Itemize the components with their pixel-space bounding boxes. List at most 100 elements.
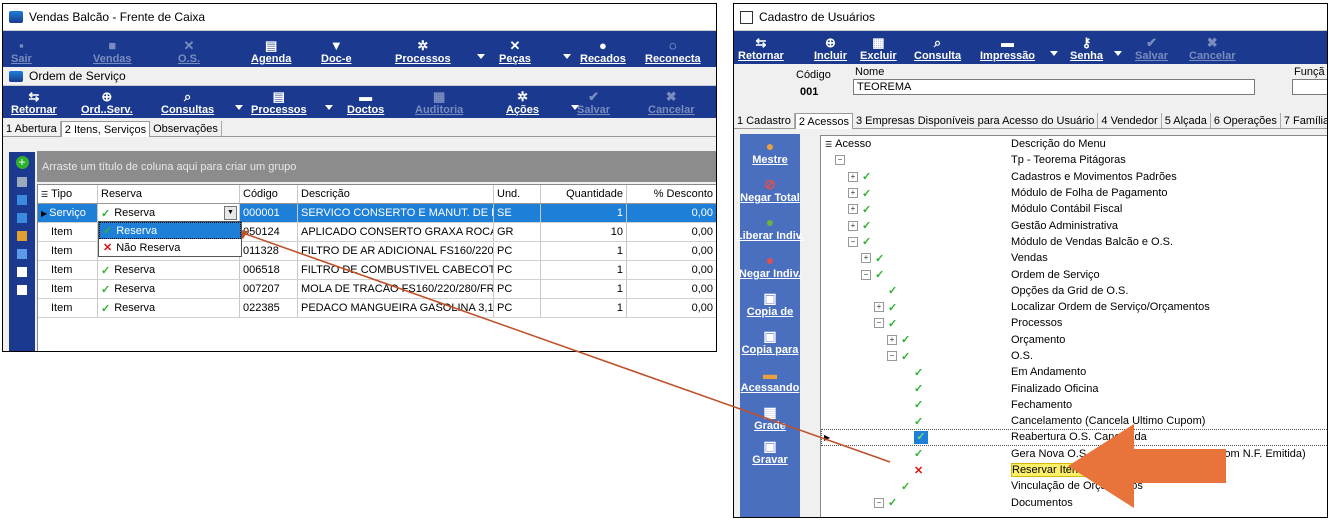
cell-und[interactable]: SE [494, 204, 541, 222]
main-toolbar-doc-e-button[interactable]: ▼ Doc-e [321, 38, 352, 65]
side-copia-para-button[interactable]: ▣ Copia para [742, 328, 799, 356]
side-liberar-indiv-button[interactable]: ● Liberar Indiv. [736, 214, 804, 242]
user-tab-6[interactable]: 6 Operações [1211, 113, 1281, 128]
table-row[interactable]: Item ✓ Reserva 006518 FILTRO DE COMBUSTIVEL … [38, 261, 716, 280]
check-icon[interactable]: ✓ [862, 219, 871, 232]
expand-icon[interactable]: + [848, 220, 858, 231]
cell-descricao[interactable]: APLICADO CONSERTO GRAXA ROCADI [298, 223, 494, 241]
check-icon[interactable]: ✓ [888, 284, 897, 297]
users-toolbar-salvar-button[interactable]: ✔ Salvar [1135, 35, 1168, 62]
check-icon[interactable]: ✓ [914, 447, 923, 460]
check-icon[interactable]: ✓ [914, 398, 923, 411]
cell-reserva[interactable]: ✓ Reserva [98, 261, 240, 279]
os-toolbar-salvar-button[interactable]: ✔ Salvar [577, 89, 610, 116]
cell-qtd[interactable]: 1 [541, 261, 627, 279]
expand-icon[interactable]: + [887, 334, 897, 345]
users-toolbar-senha-button[interactable]: ⚷ Senha [1070, 35, 1103, 62]
main-toolbar-processos-button[interactable]: ✲ Processos [395, 38, 451, 65]
column-header[interactable]: Código [240, 185, 298, 203]
cell-und[interactable]: PC [494, 299, 541, 317]
check-icon[interactable]: ✓ [862, 203, 871, 216]
check-icon[interactable]: ✓ [901, 333, 910, 346]
dropdown-option[interactable]: ✓ Reserva [99, 222, 241, 239]
users-toolbar-consulta-button[interactable]: ⌕ Consulta [914, 35, 961, 62]
check-icon[interactable]: ✓ [901, 480, 910, 493]
side-grade-button[interactable]: ▦ Grade [754, 404, 786, 432]
cell-tipo[interactable]: Item [38, 242, 98, 260]
column-header[interactable]: Descrição [298, 185, 494, 203]
cell-tipo[interactable]: Item [38, 280, 98, 298]
strip-icon-5[interactable] [17, 249, 27, 259]
tree-row[interactable]: + ✓ Gestão Administrativa [821, 217, 1327, 233]
cell-reserva[interactable]: ✓ Reserva ▼ [98, 204, 240, 222]
cell-descricao[interactable]: FILTRO DE COMBUSTIVEL CABECOTE [298, 261, 494, 279]
cell-codigo[interactable]: 006518 [240, 261, 298, 279]
cell-reserva[interactable]: ✓ Reserva [98, 280, 240, 298]
user-tab-2[interactable]: 2 Acessos [794, 113, 853, 129]
tree-row[interactable]: + ✓ Módulo de Folha de Pagamento [821, 185, 1327, 201]
tree-row[interactable]: ✓ Fechamento [821, 397, 1327, 413]
users-toolbar-cancelar-button[interactable]: ✖ Cancelar [1189, 35, 1235, 62]
column-header[interactable]: Reserva [98, 185, 240, 203]
cell-desc[interactable]: 0,00 [627, 223, 716, 241]
user-tab-1[interactable]: 1 Cadastro [734, 113, 795, 128]
check-icon[interactable]: ✓ [862, 170, 871, 183]
strip-icon-4[interactable] [17, 231, 27, 241]
add-icon[interactable]: + [15, 156, 29, 169]
tree-row[interactable]: − ✓ Processos [821, 315, 1327, 331]
strip-icon-2[interactable] [17, 195, 27, 205]
cell-qtd[interactable]: 1 [541, 299, 627, 317]
main-toolbar-sair-button[interactable]: ▪ Sair [11, 38, 32, 65]
os-toolbar-ord-serv-button[interactable]: ⊕ Ord..Serv. [81, 89, 133, 116]
collapse-icon[interactable]: − [861, 269, 871, 280]
side-negar-total-button[interactable]: ⊘ Negar Total [740, 176, 800, 204]
cell-codigo[interactable]: 050124 [240, 223, 298, 241]
check-icon[interactable]: ✓ [914, 366, 923, 379]
cell-und[interactable]: PC [494, 242, 541, 260]
user-tab-5[interactable]: 5 Alçada [1162, 113, 1211, 128]
expand-icon[interactable]: + [848, 204, 858, 215]
cell-qtd[interactable]: 10 [541, 223, 627, 241]
side-acessando-button[interactable]: ▬ Acessando [741, 366, 800, 394]
collapse-icon[interactable]: − [874, 497, 884, 508]
os-toolbar-a-es-button[interactable]: ✲ Ações [506, 89, 539, 116]
funcao-input[interactable] [1292, 79, 1327, 95]
cell-descricao[interactable]: SERVICO CONSERTO E MANUT. DE MA [298, 204, 494, 222]
reserva-dropdown-button[interactable]: ▼ [224, 206, 237, 220]
column-header[interactable]: % Desconto [627, 185, 716, 203]
main-toolbar-o-s-button[interactable]: ✕ O.S. [178, 38, 200, 65]
tree-row[interactable]: − ✓ Ordem de Serviço [821, 266, 1327, 282]
cell-tipo[interactable]: Item [38, 261, 98, 279]
os-toolbar-retornar-button[interactable]: ⇆ Retornar [11, 89, 57, 116]
collapse-icon[interactable]: − [848, 236, 858, 247]
cell-und[interactable]: PC [494, 261, 541, 279]
user-tab-4[interactable]: 4 Vendedor [1098, 113, 1162, 128]
tree-row[interactable]: − ✓ Documentos [821, 495, 1327, 511]
os-toolbar-processos-button[interactable]: ▤ Processos [251, 89, 307, 116]
cell-desc[interactable]: 0,00 [627, 261, 716, 279]
strip-icon-7[interactable] [17, 285, 27, 295]
column-header[interactable]: Quantidade [541, 185, 627, 203]
side-negar-indiv-button[interactable]: ● Negar Indiv. [739, 252, 801, 280]
side-mestre-button[interactable]: ● Mestre [752, 138, 787, 166]
main-toolbar-reconecta-button[interactable]: ◌ Reconecta [645, 38, 701, 65]
tree-row[interactable]: ✕ Reservar Itens (Manualmente) [821, 462, 1327, 478]
expand-icon[interactable]: + [874, 302, 884, 313]
tree-row[interactable]: + ✓ Módulo Contábil Fiscal [821, 201, 1327, 217]
collapse-icon[interactable]: − [874, 318, 884, 329]
cell-descricao[interactable]: MOLA DE TRACAO FS160/220/280/FR2 [298, 280, 494, 298]
expand-icon[interactable]: + [861, 253, 871, 264]
cell-und[interactable]: PC [494, 280, 541, 298]
dropdown-option[interactable]: ✕ Não Reserva [99, 239, 241, 256]
column-chooser-icon[interactable]: ☰ [825, 140, 832, 149]
cell-codigo[interactable]: 022385 [240, 299, 298, 317]
cell-und[interactable]: GR [494, 223, 541, 241]
cell-qtd[interactable]: 1 [541, 242, 627, 260]
check-icon[interactable]: ✓ [875, 252, 884, 265]
table-row[interactable]: Item ✓ Reserva 022385 PEDACO MANGUEIRA GASOL… [38, 299, 716, 318]
cell-desc[interactable]: 0,00 [627, 299, 716, 317]
tree-row[interactable]: ✓ Opções da Grid de O.S. [821, 283, 1327, 299]
main-toolbar-pe-as-button[interactable]: ✕ Peças [499, 38, 531, 65]
collapse-icon[interactable]: − [887, 351, 897, 361]
tree-row[interactable]: − ✓ O.S. [821, 348, 1327, 364]
